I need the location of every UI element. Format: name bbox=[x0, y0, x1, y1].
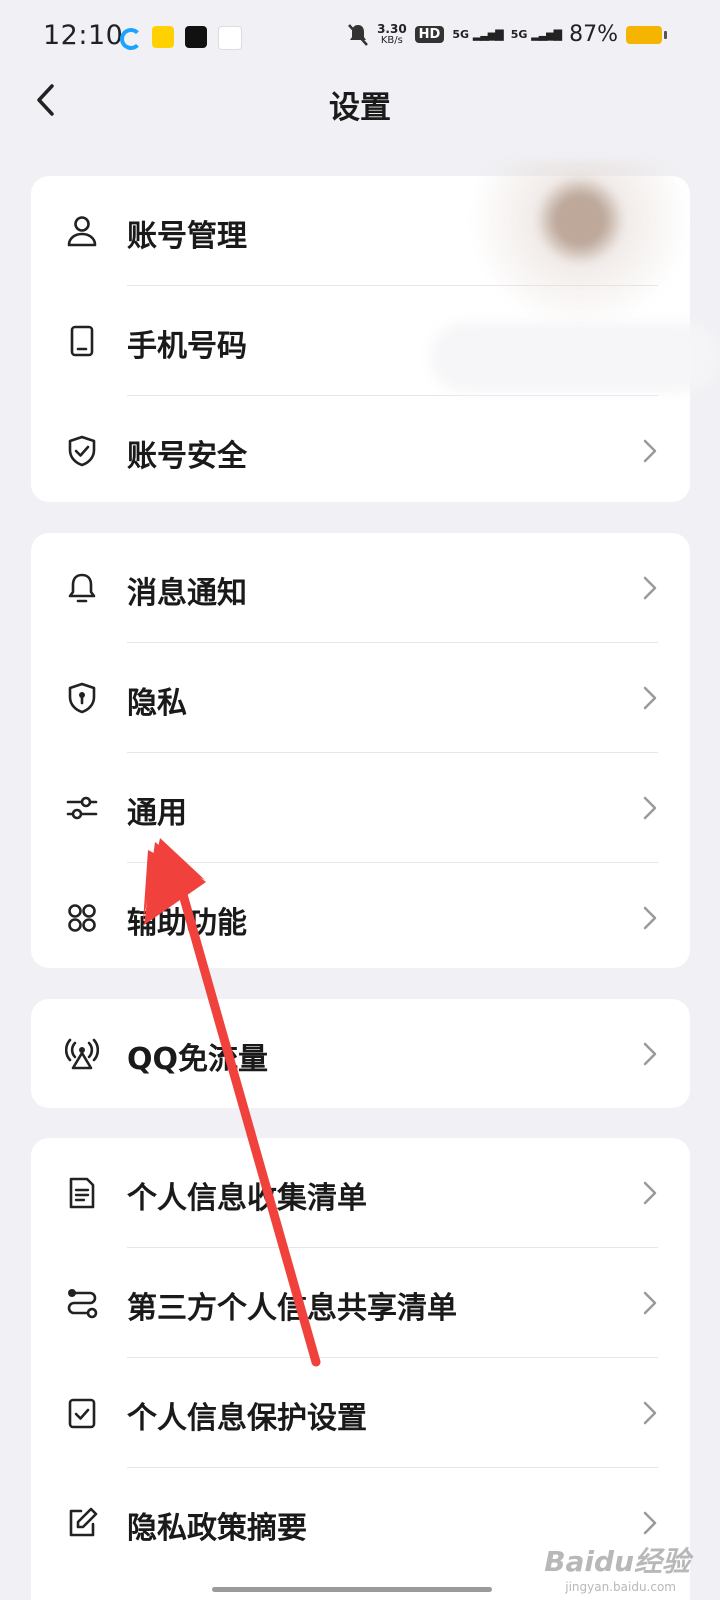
baidu-watermark: Baidu经验 bbox=[544, 1545, 690, 1578]
baidu-watermark-url: jingyan.baidu.com bbox=[565, 1580, 676, 1594]
home-indicator[interactable] bbox=[212, 1587, 492, 1592]
annotation-arrow bbox=[143, 838, 321, 1367]
